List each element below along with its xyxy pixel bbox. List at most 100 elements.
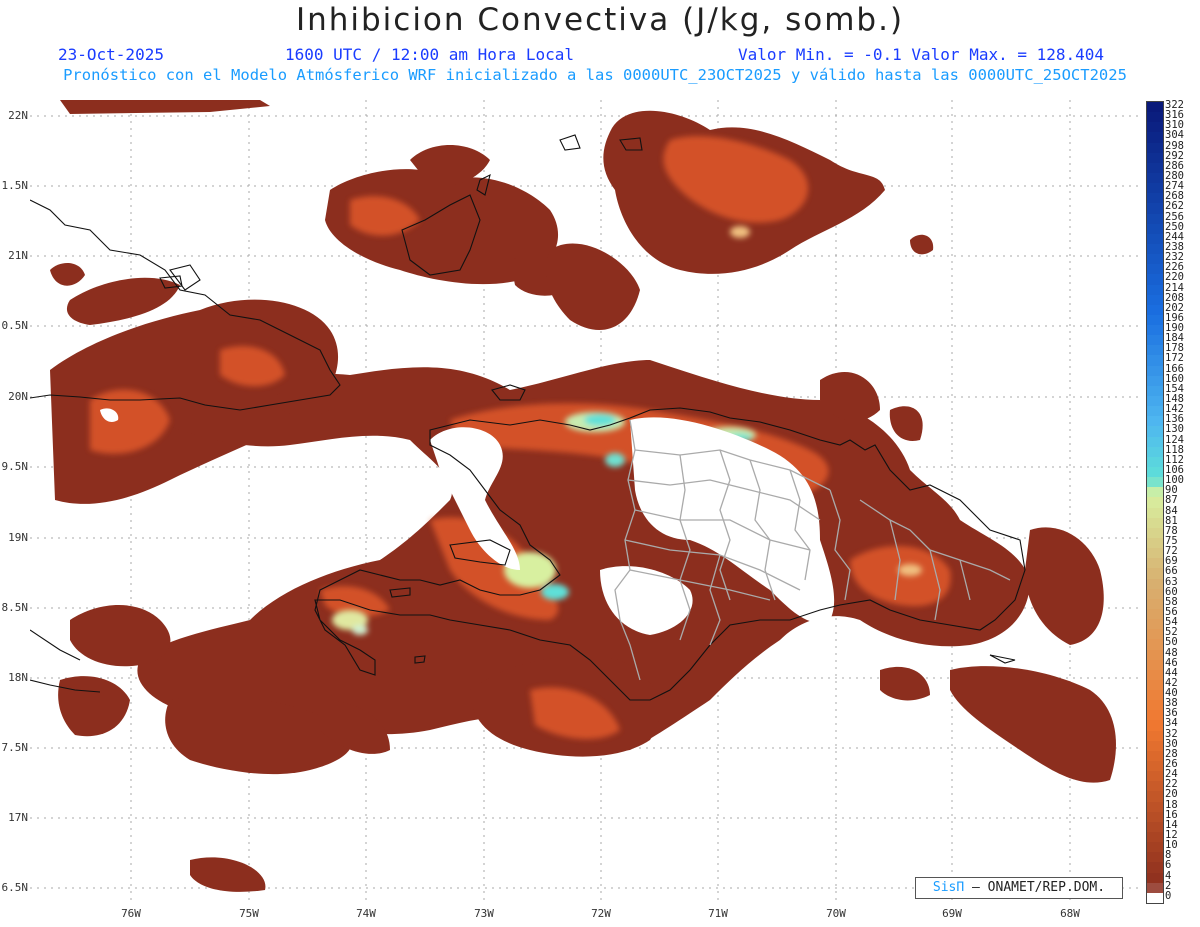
- colorbar-segment: [1147, 558, 1163, 569]
- colorbar-segment: [1147, 446, 1163, 458]
- colorbar-segment: [1147, 608, 1163, 620]
- colorbar-segment: [1147, 122, 1163, 133]
- colorbar-segment: [1147, 832, 1163, 843]
- colorbar-segment: [1147, 172, 1163, 184]
- colorbar-label: 130: [1165, 423, 1184, 436]
- forecast-date: 23-Oct-2025: [58, 45, 164, 64]
- colorbar: [1146, 101, 1164, 904]
- colorbar-segment: [1147, 700, 1163, 711]
- colorbar-segment: [1147, 487, 1163, 498]
- colorbar-segment: [1147, 426, 1163, 438]
- colorbar-segment: [1147, 639, 1163, 650]
- colorbar-segment: [1147, 314, 1163, 326]
- colorbar-segment: [1147, 527, 1163, 539]
- map-title: Inhibicion Convectiva (J/kg, somb.): [295, 2, 905, 38]
- colorbar-label: 0: [1165, 889, 1172, 902]
- colorbar-segment: [1147, 781, 1163, 792]
- cin-field-dark: [50, 100, 1116, 892]
- lon-label: 68W: [1060, 907, 1080, 920]
- model-subtitle: Pronóstico con el Modelo Atmósferico WRF…: [63, 66, 1127, 84]
- colorbar-label: 6: [1165, 859, 1172, 872]
- colorbar-segment: [1147, 142, 1163, 154]
- lon-label: 73W: [474, 907, 494, 920]
- lat-label: 19N: [8, 531, 28, 544]
- colorbar-segment: [1147, 507, 1163, 519]
- colorbar-segment: [1147, 254, 1163, 265]
- colorbar-segment: [1147, 406, 1163, 417]
- colorbar-label: 20: [1165, 788, 1178, 801]
- colorbar-segment: [1147, 629, 1163, 640]
- lat-label: 18N: [8, 671, 28, 684]
- colorbar-segment: [1147, 223, 1163, 235]
- colorbar-segment: [1147, 761, 1163, 772]
- colorbar-segment: [1147, 801, 1163, 813]
- lon-label: 74W: [356, 907, 376, 920]
- colorbar-segment: [1147, 355, 1163, 367]
- lon-label: 69W: [942, 907, 962, 920]
- colorbar-segment: [1147, 284, 1163, 296]
- colorbar-segment: [1147, 710, 1163, 721]
- colorbar-segment: [1147, 467, 1163, 478]
- lat-label: 8.5N: [1, 601, 29, 614]
- credit-box: SisΠ – ONAMET/REP.DOM.: [915, 877, 1123, 899]
- colorbar-segment: [1147, 294, 1163, 306]
- colorbar-segment: [1147, 690, 1163, 701]
- colorbar-segment: [1147, 740, 1163, 752]
- colorbar-segment: [1147, 345, 1163, 356]
- colorbar-segment: [1147, 416, 1163, 427]
- forecast-time: 1600 UTC / 12:00 am Hora Local: [285, 45, 574, 64]
- colorbar-segment: [1147, 811, 1163, 823]
- colorbar-segment: [1147, 325, 1163, 336]
- lon-label: 76W: [121, 907, 141, 920]
- colorbar-label: 66: [1165, 565, 1178, 578]
- colorbar-label: 172: [1165, 352, 1184, 365]
- colorbar-segment: [1147, 872, 1163, 884]
- brand-logo: SisΠ: [932, 880, 965, 895]
- colorbar-segment: [1147, 852, 1163, 863]
- colorbar-label: 34: [1165, 717, 1178, 730]
- colorbar-label: 220: [1165, 271, 1184, 284]
- colorbar-segment: [1147, 862, 1163, 874]
- colorbar-segment: [1147, 537, 1163, 549]
- lat-label: 6.5N: [1, 881, 29, 894]
- colorbar-segment: [1147, 659, 1163, 671]
- lat-label: 22N: [8, 109, 28, 122]
- colorbar-segment: [1147, 720, 1163, 732]
- lat-label: 0.5N: [1, 319, 29, 332]
- colorbar-segment: [1147, 385, 1163, 397]
- colorbar-segment: [1147, 477, 1163, 488]
- colorbar-segment: [1147, 598, 1163, 610]
- lat-label: 1.5N: [1, 179, 29, 192]
- colorbar-segment: [1147, 264, 1163, 275]
- credit-org: – ONAMET/REP.DOM.: [964, 880, 1106, 895]
- colorbar-segment: [1147, 892, 1163, 904]
- colorbar-label: 214: [1165, 281, 1184, 294]
- colorbar-segment: [1147, 304, 1163, 316]
- colorbar-segment: [1147, 274, 1163, 285]
- cin-map: [30, 100, 1140, 903]
- lon-label: 75W: [239, 907, 259, 920]
- colorbar-label: 87: [1165, 494, 1178, 507]
- lat-label: 20N: [8, 390, 28, 403]
- colorbar-segment: [1147, 132, 1163, 144]
- colorbar-segment: [1147, 730, 1163, 742]
- colorbar-segment: [1147, 183, 1163, 194]
- colorbar-segment: [1147, 821, 1163, 833]
- colorbar-segment: [1147, 396, 1163, 407]
- lon-label: 71W: [708, 907, 728, 920]
- colorbar-segment: [1147, 497, 1163, 509]
- colorbar-segment: [1147, 842, 1163, 853]
- colorbar-segment: [1147, 568, 1163, 580]
- colorbar-segment: [1147, 193, 1163, 204]
- colorbar-segment: [1147, 213, 1163, 225]
- colorbar-segment: [1147, 669, 1163, 681]
- colorbar-segment: [1147, 365, 1163, 377]
- colorbar-segment: [1147, 243, 1163, 255]
- lon-label: 72W: [591, 907, 611, 920]
- colorbar-segment: [1147, 375, 1163, 387]
- value-range: Valor Min. = -0.1 Valor Max. = 128.404: [738, 45, 1105, 64]
- colorbar-segment: [1147, 335, 1163, 346]
- colorbar-segment: [1147, 517, 1163, 529]
- colorbar-segment: [1147, 588, 1163, 600]
- lat-label: 21N: [8, 249, 28, 262]
